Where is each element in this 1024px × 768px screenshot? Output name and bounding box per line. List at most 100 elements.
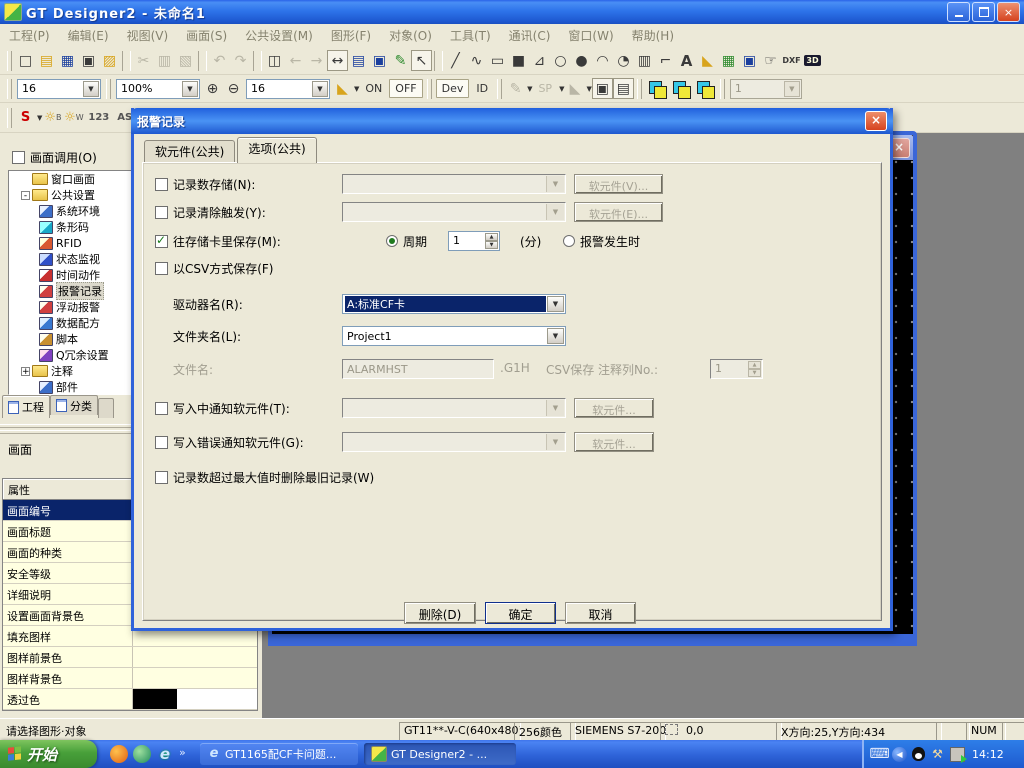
tree-expander[interactable] [33, 239, 37, 248]
cancel-button[interactable]: 取消 [565, 602, 636, 624]
restore-button[interactable] [972, 2, 995, 22]
dialog-tab-options-common[interactable]: 选项(公共) [237, 137, 316, 163]
dialog-tab-device-common[interactable]: 软元件(公共) [144, 140, 235, 163]
tree-item-script[interactable]: 脚本 [9, 331, 134, 347]
tree-expander[interactable] [33, 255, 37, 264]
dxf-icon[interactable]: DXF [781, 50, 802, 71]
window-stack-icon[interactable]: ▣ [369, 50, 390, 71]
menu-item[interactable]: 通讯(C) [500, 25, 560, 46]
menu-item[interactable]: 画面(S) [177, 25, 236, 46]
property-value[interactable] [133, 689, 257, 709]
menu-item[interactable]: 工程(P) [0, 25, 59, 46]
tree-expander[interactable] [33, 287, 37, 296]
toolbar-grip[interactable] [497, 79, 502, 99]
screen-call-checkbox[interactable] [12, 151, 25, 164]
toolbar-icon[interactable] [434, 51, 443, 71]
tree-item-recipe[interactable]: 数据配方 [9, 315, 134, 331]
tree-expander[interactable] [33, 319, 37, 328]
chevron-down-icon[interactable]: ▼ [83, 81, 99, 97]
spin-up-icon[interactable]: ▲ [485, 233, 498, 241]
circle-icon[interactable]: ○ [550, 50, 571, 71]
tools-icon[interactable]: ⚒ [930, 747, 945, 762]
line-icon[interactable]: ╱ [445, 50, 466, 71]
tree-item-window-screens[interactable]: 窗口画面 [9, 171, 134, 187]
close-button[interactable]: × [997, 2, 1020, 22]
tree-expander[interactable]: - [21, 191, 30, 200]
tree-item-barcode[interactable]: 条形码 [9, 219, 134, 235]
polygon-icon[interactable]: ⊿ [529, 50, 550, 71]
screen-fit-icon[interactable]: ↔ [327, 50, 348, 71]
tree-item-rfid[interactable]: RFID [9, 235, 134, 251]
toolbar-grip[interactable] [7, 51, 12, 71]
save-icon[interactable]: ▦ [57, 50, 78, 71]
toolbar-icon[interactable] [122, 51, 131, 71]
screen-preview-icon[interactable]: ◫ [264, 50, 285, 71]
tree-item-alarm-history[interactable]: 报警记录 [9, 283, 134, 299]
open-icon[interactable]: ▤ [36, 50, 57, 71]
tab-category[interactable]: 分类 [50, 395, 98, 415]
keyboard-icon[interactable]: ⌨ [872, 747, 887, 762]
piping-icon[interactable]: ⌐ [655, 50, 676, 71]
window-preview-icon[interactable] [646, 78, 668, 99]
id-display-button[interactable]: ID [471, 80, 493, 97]
internet-explorer-icon[interactable]: e [156, 745, 174, 763]
delete-oldest-checkbox[interactable] [155, 471, 168, 484]
filled-rect-icon[interactable]: ■ [508, 50, 529, 71]
taskbar-task-browser[interactable]: e GT1165配CF卡问题... [200, 743, 358, 765]
toolbar-grip[interactable] [427, 79, 432, 99]
sector-icon[interactable]: ◔ [613, 50, 634, 71]
hand-icon[interactable]: ☞ [760, 50, 781, 71]
forward-icon[interactable]: → [306, 50, 327, 71]
menu-item[interactable]: 视图(V) [118, 25, 178, 46]
menu-item[interactable]: 图形(F) [322, 25, 380, 46]
back-icon[interactable]: ← [285, 50, 306, 71]
tree-expander[interactable] [33, 223, 37, 232]
chevron-down-icon[interactable]: ▼ [547, 296, 564, 312]
tree-expander[interactable]: + [21, 367, 30, 376]
edit-pen-icon[interactable]: ✎ [390, 50, 411, 71]
window-overlap-icon[interactable] [670, 78, 692, 99]
property-row[interactable]: 透过色 [3, 689, 257, 710]
arc-icon[interactable]: ◠ [592, 50, 613, 71]
save-card-checkbox[interactable]: ✓ [155, 235, 168, 248]
chevron-down-icon[interactable]: ▼ [182, 81, 198, 97]
toolbar-grip[interactable] [637, 79, 642, 99]
property-value[interactable] [133, 647, 257, 667]
cut-icon[interactable]: ✂ [133, 50, 154, 71]
menu-item[interactable]: 窗口(W) [559, 25, 622, 46]
chevron-down-icon[interactable]: ▼ [354, 85, 359, 93]
redo-icon[interactable]: ↷ [230, 50, 251, 71]
cycle-radio[interactable] [386, 235, 398, 247]
paint-icon[interactable]: ◣ [697, 50, 718, 71]
cursor-icon[interactable]: ↖ [411, 50, 432, 71]
rect-icon[interactable]: ▭ [487, 50, 508, 71]
grid-size-combo[interactable]: 16▼ [246, 79, 330, 99]
screen-image-copy-icon[interactable]: ▣ [592, 78, 613, 99]
screen-print-icon[interactable]: ▨ [99, 50, 120, 71]
messenger-icon[interactable] [133, 745, 151, 763]
screen-property-icon[interactable]: ▤ [348, 50, 369, 71]
tree-item-time-action[interactable]: 时间动作 [9, 267, 134, 283]
property-row[interactable]: 图样前景色 [3, 647, 257, 668]
dialog-close-button[interactable]: × [865, 111, 887, 131]
paste-icon[interactable]: ▧ [175, 50, 196, 71]
threed-icon[interactable]: 3D [802, 50, 823, 71]
font-size-combo[interactable]: 16▼ [17, 79, 101, 99]
menu-item[interactable]: 公共设置(M) [236, 25, 322, 46]
toolbar-icon[interactable] [198, 51, 207, 71]
qq-icon[interactable] [912, 747, 925, 761]
library-icon[interactable]: ▣ [739, 50, 760, 71]
delete-button[interactable]: 删除(D) [404, 602, 476, 624]
tree-item-floating-alarm[interactable]: 浮动报警 [9, 299, 134, 315]
menu-item[interactable]: 帮助(H) [623, 25, 683, 46]
tree-item-q-redundant[interactable]: Q冗余设置 [9, 347, 134, 363]
menu-item[interactable]: 工具(T) [441, 25, 500, 46]
numeric-display-icon[interactable]: 123 [88, 112, 109, 123]
csv-save-checkbox[interactable] [155, 262, 168, 275]
spin-down-icon[interactable]: ▼ [485, 241, 498, 249]
tree-item-comment[interactable]: + 注释 [9, 363, 134, 379]
tree-expander[interactable] [21, 175, 30, 184]
panel-tab-partial[interactable] [98, 398, 114, 418]
zoom-in-icon[interactable]: ⊕ [202, 78, 223, 99]
tree-expander[interactable] [33, 271, 37, 280]
